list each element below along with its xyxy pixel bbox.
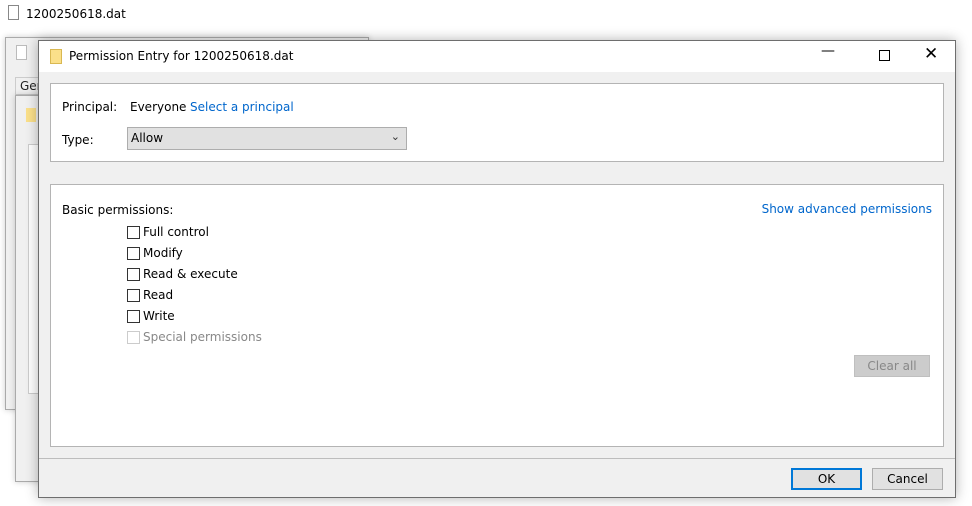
- permission-read[interactable]: Read: [127, 288, 327, 309]
- show-advanced-permissions-link[interactable]: Show advanced permissions: [762, 202, 932, 216]
- permission-list: Full control Modify Read & execute Read …: [127, 225, 327, 351]
- checkbox[interactable]: [127, 289, 140, 302]
- checkbox[interactable]: [127, 268, 140, 281]
- close-button[interactable]: ✕: [924, 44, 938, 64]
- folder-icon: [26, 108, 36, 122]
- permission-label: Read: [143, 288, 174, 302]
- principal-label: Principal:: [62, 100, 118, 114]
- permissions-panel: Basic permissions: Show advanced permiss…: [50, 184, 944, 447]
- permission-read-execute[interactable]: Read & execute: [127, 267, 327, 288]
- principal-panel: Principal: Everyone Select a principal T…: [50, 83, 944, 162]
- checkbox[interactable]: [127, 310, 140, 323]
- clear-all-button: Clear all: [854, 355, 930, 377]
- cancel-button[interactable]: Cancel: [872, 468, 943, 490]
- permission-entry-dialog: Permission Entry for 1200250618.dat — ✕ …: [38, 40, 956, 498]
- dialog-title: Permission Entry for 1200250618.dat: [69, 49, 294, 63]
- footer-divider: [39, 458, 955, 459]
- type-select[interactable]: Allow ⌄: [127, 127, 407, 150]
- maximize-button[interactable]: [879, 50, 890, 61]
- file-icon: [16, 45, 27, 60]
- permission-special: Special permissions: [127, 330, 327, 351]
- title-bar: Permission Entry for 1200250618.dat — ✕: [39, 41, 955, 72]
- permission-label: Read & execute: [143, 267, 238, 281]
- ok-button[interactable]: OK: [791, 468, 862, 490]
- desktop-file-label[interactable]: 1200250618.dat: [26, 7, 126, 21]
- permission-label: Full control: [143, 225, 209, 239]
- folder-icon: [50, 49, 62, 64]
- checkbox[interactable]: [127, 226, 140, 239]
- file-icon: [8, 5, 19, 20]
- checkbox: [127, 331, 140, 344]
- select-principal-link[interactable]: Select a principal: [190, 100, 294, 114]
- type-label: Type:: [62, 133, 94, 147]
- checkbox[interactable]: [127, 247, 140, 260]
- permission-full-control[interactable]: Full control: [127, 225, 327, 246]
- permission-label: Write: [143, 309, 175, 323]
- type-select-value: Allow: [131, 131, 164, 145]
- basic-permissions-label: Basic permissions:: [62, 203, 174, 217]
- permission-write[interactable]: Write: [127, 309, 327, 330]
- permission-modify[interactable]: Modify: [127, 246, 327, 267]
- principal-value: Everyone: [130, 100, 187, 114]
- minimize-button[interactable]: —: [821, 43, 835, 59]
- permission-label: Special permissions: [143, 330, 262, 344]
- permission-label: Modify: [143, 246, 183, 260]
- chevron-down-icon: ⌄: [390, 130, 400, 143]
